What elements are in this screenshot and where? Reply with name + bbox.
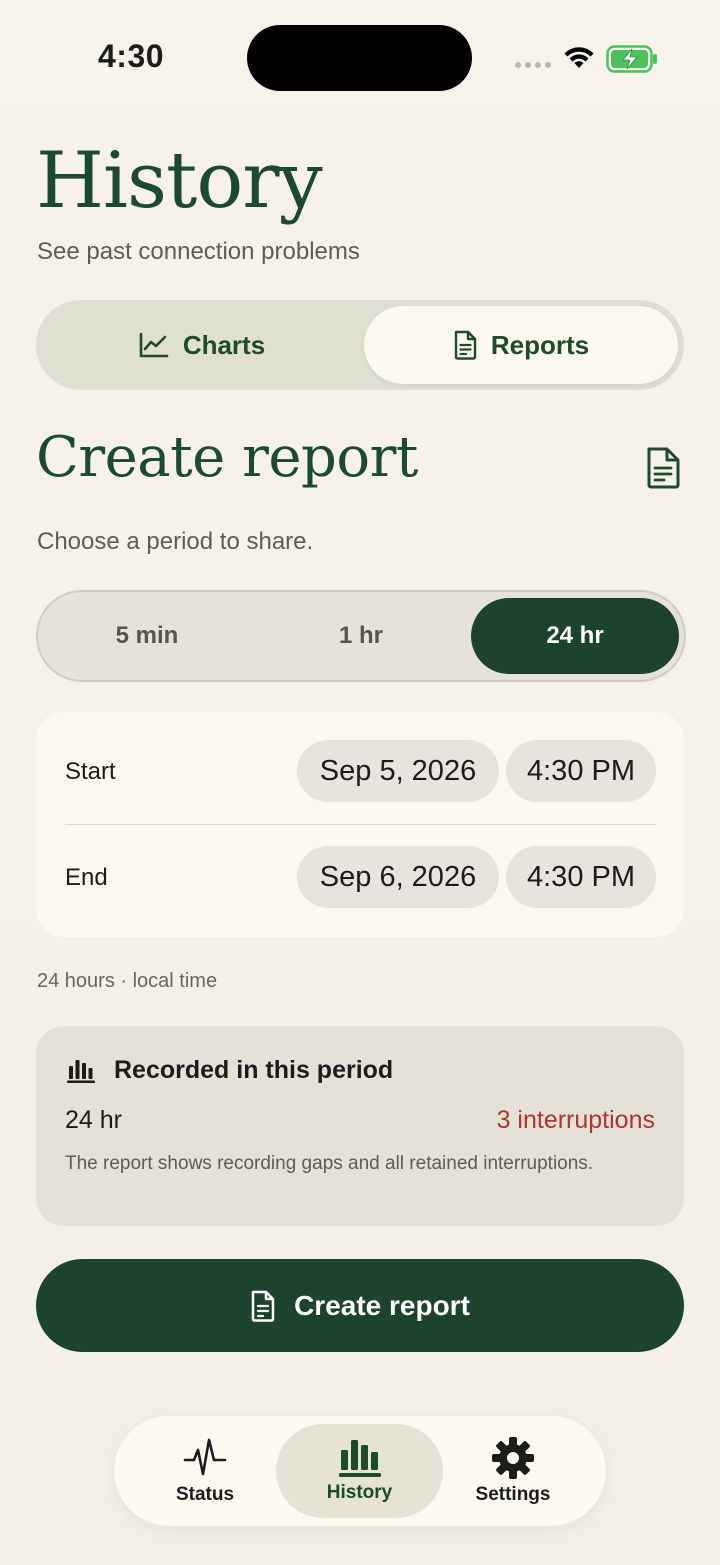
pulse-icon [183, 1438, 227, 1476]
section-hint: Choose a period to share. [37, 528, 314, 555]
cellular-signal-icon [515, 62, 551, 68]
recorded-summary-card: Recorded in this period 24 hr 3 interrup… [36, 1026, 684, 1226]
page-subtitle: See past connection problems [37, 238, 360, 265]
end-time-picker[interactable]: 4:30 PM [506, 846, 656, 908]
end-date-picker[interactable]: Sep 6, 2026 [297, 846, 499, 908]
page-title: History [36, 136, 323, 226]
recorded-description: The report shows recording gaps and all … [65, 1153, 594, 1174]
nav-settings-label: Settings [475, 1484, 551, 1505]
status-time: 4:30 [98, 38, 165, 74]
nav-history-label: History [326, 1482, 393, 1503]
tab-charts-label: Charts [182, 329, 266, 360]
bottom-navigation: Status History Settings [114, 1416, 606, 1526]
end-label: End [65, 864, 108, 891]
start-date-picker[interactable]: Sep 5, 2026 [297, 740, 499, 802]
bar-chart-icon [67, 1060, 95, 1083]
dynamic-island [247, 25, 472, 91]
document-icon[interactable] [642, 446, 684, 490]
nav-settings[interactable]: Settings [434, 1424, 592, 1518]
date-range-card: Start Sep 5, 2026 4:30 PM End Sep 6, 202… [36, 712, 684, 937]
nav-status-label: Status [175, 1484, 235, 1505]
interruptions-count: 3 interruptions [496, 1106, 655, 1134]
wifi-icon [564, 47, 594, 68]
tab-reports-label: Reports [490, 329, 590, 360]
document-icon [251, 1290, 275, 1322]
divider [65, 824, 656, 825]
create-report-label: Create report [294, 1289, 470, 1321]
create-report-button[interactable]: Create report [36, 1259, 684, 1352]
recorded-duration: 24 hr [65, 1106, 122, 1134]
nav-history[interactable]: History [276, 1424, 443, 1518]
period-option-5min[interactable]: 5 min [42, 598, 252, 674]
period-option-24hr[interactable]: 24 hr [471, 598, 679, 674]
battery-charging-icon [606, 45, 657, 73]
bar-chart-icon [338, 1440, 381, 1477]
tab-charts[interactable]: Charts [42, 306, 362, 384]
start-label: Start [65, 758, 116, 785]
period-selector: 5 min 1 hr 24 hr [36, 590, 686, 682]
view-tabs: Charts Reports [36, 300, 684, 390]
tab-reports[interactable]: Reports [364, 306, 678, 384]
line-chart-icon [139, 332, 169, 358]
period-option-1hr[interactable]: 1 hr [256, 598, 466, 674]
recorded-title: Recorded in this period [114, 1056, 394, 1084]
gear-icon [492, 1437, 534, 1479]
document-icon [454, 330, 477, 360]
start-time-picker[interactable]: 4:30 PM [506, 740, 656, 802]
nav-status[interactable]: Status [126, 1424, 284, 1518]
section-title: Create report [36, 425, 418, 490]
range-note: 24 hours · local time [37, 970, 218, 992]
